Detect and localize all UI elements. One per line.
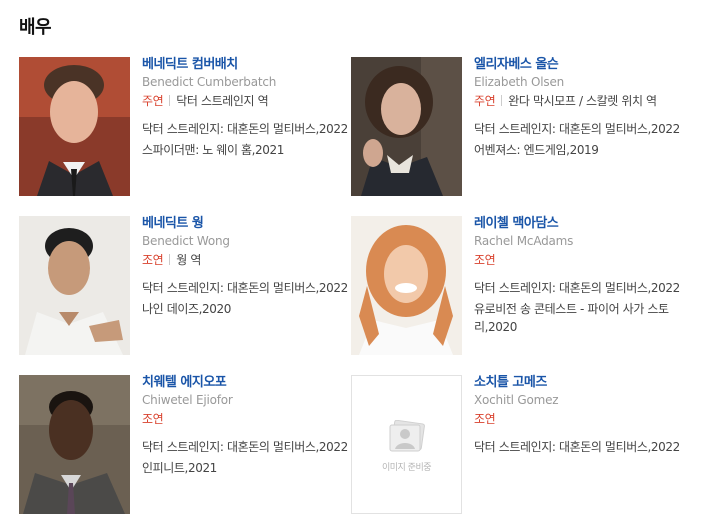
filmography-item[interactable]: 인피니트,2021 [142,459,352,477]
actor-english-name: Benedict Cumberbatch [142,75,277,89]
filmography-item[interactable]: 어벤져스: 엔드게임,2019 [474,141,684,159]
filmography-item[interactable]: 스파이더맨: 노 웨이 홈,2021 [142,141,352,159]
character-name: 닥터 스트레인지 역 [176,94,269,108]
actor-photo-placeholder[interactable]: 이미지 준비중 [351,375,462,514]
role-type: 조연 [142,253,164,267]
role-type: 주연 [474,94,496,108]
image-placeholder-icon [389,420,425,452]
actor-english-name: Chiwetel Ejiofor [142,393,233,407]
actor-name-link[interactable]: 엘리자베스 올슨 [474,56,684,74]
actor-english-name: Elizabeth Olsen [474,75,565,89]
actor-photo[interactable] [19,57,130,196]
filmography-item[interactable]: 닥터 스트레인지: 대혼돈의 멀티버스,2022 [142,438,352,456]
actor-photo[interactable] [19,216,130,355]
role-line: 주연 완다 막시모프 / 스칼렛 위치 역 [474,92,684,111]
actor-english-name: Xochitl Gomez [474,393,559,407]
actor-card: 레이첼 맥아담스 Rachel McAdams 조연 닥터 스트레인지: 대혼돈… [351,216,691,358]
filmography-item[interactable]: 유로비전 송 콘테스트 - 파이어 사가 스토리,2020 [474,300,684,336]
role-line: 조연 [474,410,684,429]
actor-photo[interactable] [19,375,130,514]
role-type: 조연 [142,412,164,426]
actor-card: 치웨텔 에지오포 Chiwetel Ejiofor 조연 닥터 스트레인지: 대… [19,375,359,517]
actor-name-link[interactable]: 레이첼 맥아담스 [474,215,684,233]
filmography-item[interactable]: 나인 데이즈,2020 [142,300,352,318]
character-name: 완다 막시모프 / 스칼렛 위치 역 [508,94,657,108]
actor-name-link[interactable]: 소치틀 고메즈 [474,374,684,392]
filmography-item[interactable]: 닥터 스트레인지: 대혼돈의 멀티버스,2022 [474,120,684,138]
role-line: 주연 닥터 스트레인지 역 [142,92,352,111]
actor-name-link[interactable]: 베네딕트 웡 [142,215,352,233]
role-type: 조연 [474,253,496,267]
role-divider [169,95,171,106]
actor-english-name: Benedict Wong [142,234,230,248]
actor-card: 베네딕트 컴버배치 Benedict Cumberbatch 주연닥터 스트레인… [19,57,359,199]
actor-card: 베네딕트 웡 Benedict Wong 조연 웡 역 닥터 스트레인지: 대혼돈… [19,216,359,358]
actor-photo[interactable] [351,57,462,196]
role-line: 조연 [142,410,352,429]
character-name: 웡 역 [176,253,201,267]
filmography-item[interactable]: 닥터 스트레인지: 대혼돈의 멀티버스,2022 [142,120,352,138]
actor-photo[interactable] [351,216,462,355]
actor-name-link[interactable]: 베네딕트 컴버배치 [142,56,352,74]
actor-english-name: Rachel McAdams [474,234,574,248]
role-type: 조연 [474,412,496,426]
role-line: 조연 [474,251,684,270]
filmography-item[interactable]: 닥터 스트레인지: 대혼돈의 멀티버스,2022 [142,279,352,297]
actor-card: 엘리자베스 올슨 Elizabeth Olsen 주연 완다 막시모프 / 스칼렛… [351,57,691,199]
role-divider [169,254,171,265]
placeholder-text: 이미지 준비중 [381,463,432,473]
filmography-item[interactable]: 닥터 스트레인지: 대혼돈의 멀티버스,2022 [474,279,684,297]
role-divider [501,95,503,106]
actor-card: 이미지 준비중 소치틀 고메즈 Xochitl Gomez 조연 닥터 스트레인… [351,375,691,517]
role-type: 주연 [142,94,164,108]
filmography-item[interactable]: 닥터 스트레인지: 대혼돈의 멀티버스,2022 [474,438,684,456]
actor-name-link[interactable]: 치웨텔 에지오포 [142,374,352,392]
section-title: 배우 [19,17,52,38]
role-line: 조연 웡 역 [142,251,352,270]
